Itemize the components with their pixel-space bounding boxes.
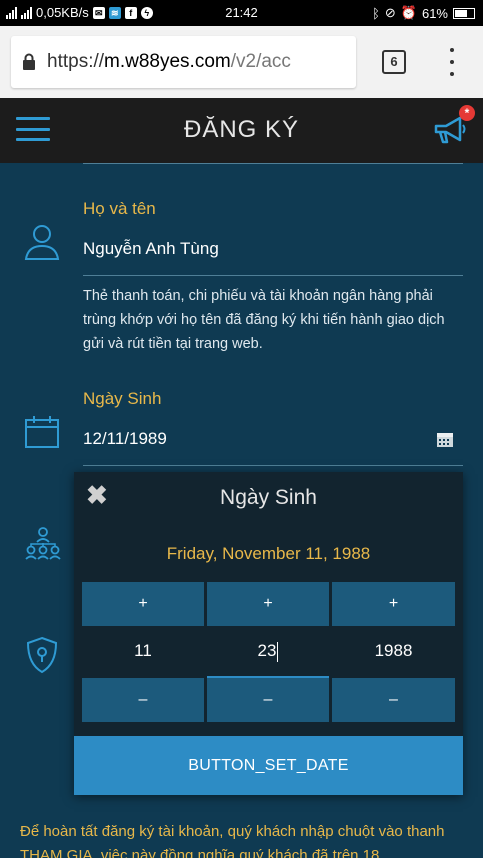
name-input-underline xyxy=(83,275,463,276)
url-host: m.w88yes.com xyxy=(104,51,231,72)
status-bar: 0,05KB/s ✉ ≋ f ϟ 21:42 ᛒ ⊘ ⏰ 61% xyxy=(0,0,483,26)
calendar-icon xyxy=(25,416,59,448)
divider xyxy=(83,163,463,164)
date-picker-dialog: ✖ Ngày Sinh Friday, November 11, 1988 + … xyxy=(74,472,463,795)
lock-icon xyxy=(11,53,47,71)
text-caret xyxy=(277,641,279,662)
name-input[interactable]: Nguyễn Anh Tùng xyxy=(83,239,219,259)
tab-switcher-button[interactable]: 6 xyxy=(382,50,406,74)
dob-input[interactable]: 12/11/1989 xyxy=(83,429,167,449)
picker-selected-date: Friday, November 11, 1988 xyxy=(166,544,371,563)
shield-lock-icon xyxy=(26,636,58,674)
month-decrement-button[interactable]: – xyxy=(82,678,204,722)
year-field[interactable]: 1988 xyxy=(332,636,455,666)
name-hint: Thẻ thanh toán, chi phiếu và tài khoản n… xyxy=(83,288,445,352)
day-increment-button[interactable]: + xyxy=(207,582,329,626)
url-text: https://m.w88yes.com/v2/acc xyxy=(47,51,291,73)
network-icon xyxy=(25,527,61,560)
set-date-button[interactable]: BUTTON_SET_DATE xyxy=(74,736,463,795)
address-bar[interactable]: https://m.w88yes.com/v2/acc xyxy=(11,36,356,88)
app-header: ĐĂNG KÝ xyxy=(0,98,483,163)
day-value: 23 xyxy=(257,641,277,660)
picker-title: Ngày Sinh xyxy=(220,486,317,509)
bluetooth-icon: ᛒ xyxy=(372,5,380,21)
month-increment-button[interactable]: + xyxy=(82,582,204,626)
mute-icon: ⊘ xyxy=(384,5,396,20)
url-path: /v2/acc xyxy=(230,51,291,72)
url-protocol: https:// xyxy=(47,51,105,72)
terms-note: Để hoàn tất đăng ký tài khoản, quý khách… xyxy=(20,823,445,858)
year-decrement-button[interactable]: – xyxy=(332,678,455,722)
day-field[interactable]: 23 xyxy=(207,636,329,666)
battery-icon xyxy=(453,7,475,19)
year-increment-button[interactable]: + xyxy=(332,582,455,626)
calendar-picker-icon[interactable] xyxy=(436,430,454,448)
browser-toolbar: https://m.w88yes.com/v2/acc 6 xyxy=(0,26,483,98)
name-label: Họ và tên xyxy=(83,199,156,218)
month-field[interactable]: 11 xyxy=(82,636,204,666)
user-icon xyxy=(24,225,60,260)
day-decrement-button[interactable]: – xyxy=(207,678,329,722)
alarm-icon: ⏰ xyxy=(400,5,417,20)
page-title: ĐĂNG KÝ xyxy=(183,116,300,143)
battery-percent: 61% xyxy=(421,5,448,21)
dob-input-underline xyxy=(83,465,463,466)
browser-menu-icon[interactable] xyxy=(448,48,456,76)
dob-label: Ngày Sinh xyxy=(83,389,162,408)
notification-badge: * xyxy=(459,105,475,121)
